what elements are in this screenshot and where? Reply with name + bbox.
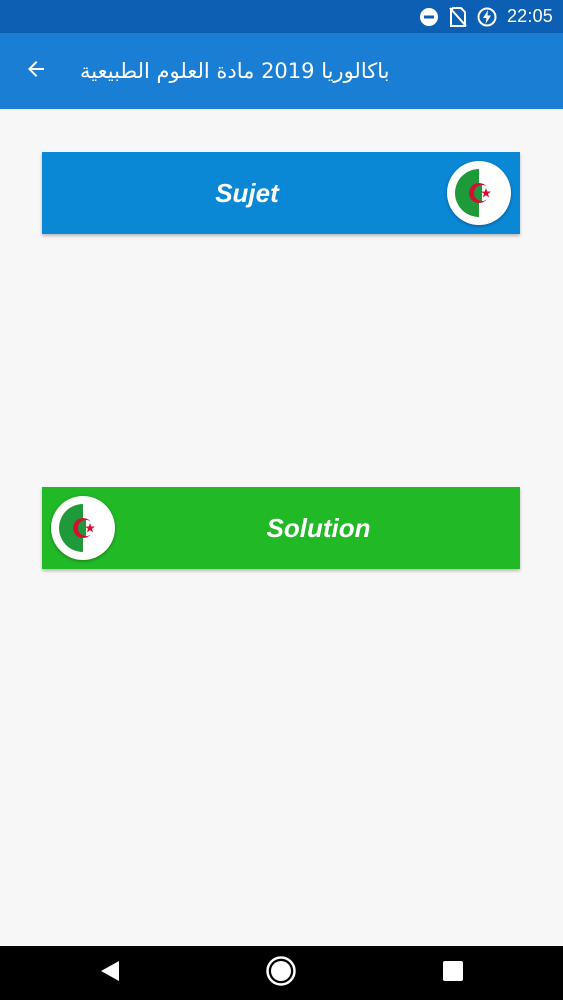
page-title: باكالوريا 2019 مادة العلوم الطبيعية — [80, 33, 553, 109]
main-content: Sujet Solution — [0, 109, 563, 946]
nav-recents-icon — [441, 959, 465, 987]
sujet-button-label: Sujet — [215, 177, 279, 208]
navigation-bar — [0, 946, 563, 1000]
page-title-text: باكالوريا 2019 مادة العلوم الطبيعية — [80, 59, 390, 83]
nav-recents-button[interactable] — [433, 953, 473, 993]
app-bar: باكالوريا 2019 مادة العلوم الطبيعية — [0, 33, 563, 109]
no-sim-icon — [449, 6, 467, 27]
nav-back-button[interactable] — [90, 953, 130, 993]
algeria-flag-icon — [447, 161, 511, 225]
status-time: 22:05 — [506, 6, 553, 26]
nav-home-button[interactable] — [261, 953, 301, 993]
do-not-disturb-icon — [419, 7, 439, 27]
status-bar: 22:05 — [0, 0, 563, 33]
solution-button-label: Solution — [266, 512, 371, 543]
algeria-flag-icon — [51, 496, 115, 560]
nav-back-icon — [98, 959, 122, 987]
solution-button[interactable]: Solution — [42, 487, 520, 569]
nav-home-icon — [265, 955, 297, 991]
arrow-back-icon — [24, 57, 48, 85]
status-icons: 22:05 — [419, 0, 553, 33]
back-button[interactable] — [16, 51, 56, 91]
sujet-button[interactable]: Sujet — [42, 152, 520, 234]
battery-charging-icon — [477, 7, 497, 27]
